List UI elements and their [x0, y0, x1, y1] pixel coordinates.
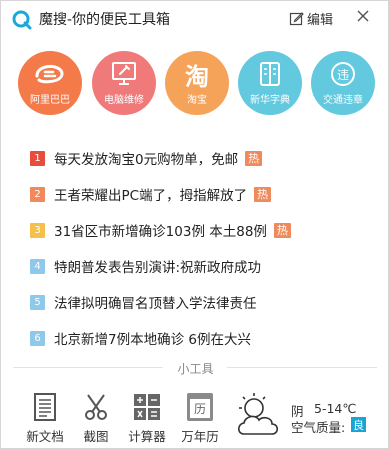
hot-item-text: 王者荣耀出PC端了，拇指解放了 [54, 188, 248, 204]
hot-list-item[interactable]: 6 北京新增7例本地确诊 6例在大兴 [30, 327, 251, 349]
shortcut-label: 电脑维修 [104, 95, 144, 106]
hot-list-item[interactable]: 4 特朗普发表告别演讲:祝新政府成功 [30, 255, 261, 277]
air-quality-badge: 良 [351, 417, 366, 432]
shortcut-label: 新华字典 [250, 95, 290, 106]
hot-list-item[interactable]: 3 31省区市新增确诊103例 本土88例 热 [30, 219, 291, 241]
taobao-logo-icon: 淘 [165, 58, 229, 91]
rank-badge: 5 [30, 294, 45, 310]
app-window: 魔搜-你的便民工具箱 编辑 阿里巴巴 电脑维修 淘 淘宝 新华字典 违 交通违章… [0, 0, 389, 449]
rank-badge: 1 [30, 150, 45, 166]
hot-badge: 热 [273, 222, 291, 238]
hot-list-item[interactable]: 5 法律拟明确冒名顶替入学法律责任 [30, 291, 257, 313]
mosou-logo-icon [12, 10, 32, 30]
calendar-icon: 历 [175, 393, 225, 421]
hot-badge: 热 [254, 186, 272, 202]
shortcut-traffic-violation[interactable]: 违 交通违章 [311, 51, 375, 115]
computer-repair-icon [92, 58, 156, 90]
tools-section-title: 小工具 [177, 362, 214, 376]
shortcut-dictionary[interactable]: 新华字典 [238, 51, 302, 115]
traffic-violation-icon: 违 [311, 58, 375, 90]
document-icon [20, 393, 70, 421]
cloudy-icon [237, 393, 279, 435]
shortcut-alibaba[interactable]: 阿里巴巴 [18, 51, 82, 115]
hot-item-text: 每天发放淘宝0元购物单，免邮 [54, 152, 239, 168]
rank-badge: 3 [30, 222, 45, 238]
edit-button[interactable]: 编辑 [289, 9, 333, 28]
taobao-glyph: 淘 [185, 62, 209, 91]
title-bar: 魔搜-你的便民工具箱 编辑 [1, 1, 388, 37]
edit-icon [289, 12, 304, 26]
shortcut-label: 交通违章 [323, 95, 363, 106]
rank-badge: 6 [30, 330, 45, 346]
hot-list-item[interactable]: 1 每天发放淘宝0元购物单，免邮 热 [30, 147, 263, 169]
hot-item-text: 法律拟明确冒名顶替入学法律责任 [54, 296, 257, 312]
calendar-glyph: 历 [193, 402, 206, 416]
scissors-icon [71, 393, 121, 421]
hot-list-item[interactable]: 2 王者荣耀出PC端了，拇指解放了 热 [30, 183, 272, 205]
rank-badge: 2 [30, 186, 45, 202]
hot-item-text: 31省区市新增确诊103例 本土88例 [54, 224, 267, 240]
calculator-icon [122, 393, 172, 421]
rank-badge: 4 [30, 258, 45, 274]
tool-label: 万年历 [181, 429, 219, 444]
shortcut-computer-repair[interactable]: 电脑维修 [92, 51, 156, 115]
shortcut-taobao[interactable]: 淘 淘宝 [165, 51, 229, 115]
hot-item-text: 北京新增7例本地确诊 6例在大兴 [54, 332, 251, 348]
alibaba-logo-icon [18, 58, 82, 90]
shortcut-label: 阿里巴巴 [30, 95, 70, 106]
dictionary-icon [238, 58, 302, 90]
air-quality-label: 空气质量: [291, 420, 346, 435]
edit-label: 编辑 [307, 13, 334, 28]
hot-item-text: 特朗普发表告别演讲:祝新政府成功 [54, 260, 262, 276]
shortcut-bar: 阿里巴巴 电脑维修 淘 淘宝 新华字典 违 交通违章 [18, 51, 378, 117]
traffic-glyph: 违 [336, 67, 349, 82]
weather-temperature: 5-14℃ [314, 401, 357, 416]
hot-badge: 热 [245, 150, 263, 166]
close-icon[interactable] [355, 8, 371, 24]
app-title: 魔搜-你的便民工具箱 [39, 12, 171, 28]
shortcut-label: 淘宝 [187, 95, 207, 106]
